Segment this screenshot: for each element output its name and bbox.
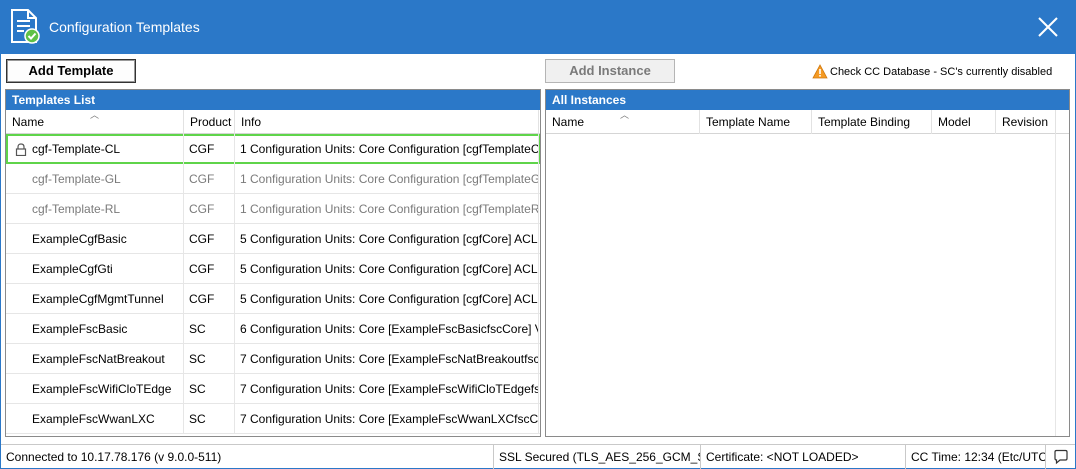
template-name-cell: ExampleFscBasic xyxy=(6,314,184,344)
template-name-cell: cgf-Template-CL xyxy=(6,134,184,164)
status-bar: Connected to 10.17.78.176 (v 9.0.0-511) … xyxy=(1,444,1075,469)
template-info-cell: 7 Configuration Units: Core [ExampleFscN… xyxy=(235,344,539,374)
template-info-cell: 1 Configuration Units: Core Configuratio… xyxy=(235,134,539,164)
template-name-cell: ExampleCgfBasic xyxy=(6,224,184,254)
templates-column-headers: Name ︿ Product Info xyxy=(6,110,540,134)
warning-icon xyxy=(812,64,828,79)
template-product-cell: CGF xyxy=(184,194,235,224)
instances-column-headers: Name ︿ Template Name Template Binding Mo… xyxy=(546,110,1069,134)
cc-time: CC Time: 12:34 (Etc/UTC) xyxy=(906,445,1046,469)
template-name-cell: ExampleFscNatBreakout xyxy=(6,344,184,374)
close-icon[interactable] xyxy=(1034,13,1062,41)
add-instance-button[interactable]: Add Instance xyxy=(545,59,675,83)
template-name-cell: ExampleCgfGti xyxy=(6,254,184,284)
template-name-cell: cgf-Template-GL xyxy=(6,164,184,194)
table-row[interactable]: ExampleFscWwanLXC SC 7 Configuration Units… xyxy=(6,404,540,434)
template-product-cell: CGF xyxy=(184,134,235,164)
column-header-revision[interactable]: Revision xyxy=(996,110,1056,134)
template-product-cell: CGF xyxy=(184,164,235,194)
table-row[interactable]: ExampleFscNatBreakout SC 7 Configuration U… xyxy=(6,344,540,374)
templates-table-body: cgf-Template-CL CGF 1 Configuration Units:… xyxy=(6,134,540,434)
template-product-cell: CGF xyxy=(184,224,235,254)
template-name-cell: ExampleFscWwanLXC xyxy=(6,404,184,434)
ssl-status: SSL Secured (TLS_AES_256_GCM_SHA xyxy=(494,445,701,469)
connection-status: Connected to 10.17.78.176 (v 9.0.0-511) xyxy=(1,445,494,469)
template-product-cell: SC xyxy=(184,374,235,404)
add-template-button[interactable]: Add Template xyxy=(6,59,136,83)
window-title: Configuration Templates xyxy=(49,19,200,35)
table-row[interactable]: ExampleFscWifiCloTEdge SC 7 Configuration … xyxy=(6,374,540,404)
template-info-cell: 1 Configuration Units: Core Configuratio… xyxy=(235,164,539,194)
template-info-cell: 5 Configuration Units: Core Configuratio… xyxy=(235,284,539,314)
document-check-icon xyxy=(11,9,40,44)
table-row[interactable]: ExampleFscBasic SC 6 Configuration Units: … xyxy=(6,314,540,344)
template-product-cell: CGF xyxy=(184,284,235,314)
template-product-cell: CGF xyxy=(184,254,235,284)
warning-text: Check CC Database - SC's currently disab… xyxy=(830,65,1053,78)
table-row[interactable]: ExampleCgfBasic CGF 5 Configuration Units:… xyxy=(6,224,540,254)
column-divider xyxy=(1055,134,1056,436)
template-name-cell: ExampleCgfMgmtTunnel xyxy=(6,284,184,314)
lock-icon xyxy=(15,143,27,156)
certificate-status: Certificate: <NOT LOADED> xyxy=(701,445,906,469)
all-instances-panel: All Instances Name ︿ Template Name Templ… xyxy=(545,89,1070,437)
table-row[interactable]: ExampleCgfGti CGF 5 Configuration Units: C… xyxy=(6,254,540,284)
template-info-cell: 1 Configuration Units: Core Configuratio… xyxy=(235,194,539,224)
template-info-cell: 7 Configuration Units: Core [ExampleFscW… xyxy=(235,374,539,404)
database-warning: Check CC Database - SC's currently disab… xyxy=(812,64,1052,79)
template-name-cell: ExampleFscWifiCloTEdge xyxy=(6,374,184,404)
template-name-cell: cgf-Template-RL xyxy=(6,194,184,224)
column-header-model[interactable]: Model xyxy=(932,110,996,134)
column-header-info[interactable]: Info xyxy=(235,110,539,134)
table-row[interactable]: cgf-Template-CL CGF 1 Configuration Units:… xyxy=(6,134,540,164)
chat-icon[interactable] xyxy=(1053,449,1069,465)
template-product-cell: SC xyxy=(184,344,235,374)
template-product-cell: SC xyxy=(184,404,235,434)
column-header-template-name[interactable]: Template Name xyxy=(700,110,812,134)
template-info-cell: 5 Configuration Units: Core Configuratio… xyxy=(235,224,539,254)
template-info-cell: 7 Configuration Units: Core [ExampleFscW… xyxy=(235,404,539,434)
table-row[interactable]: cgf-Template-RL CGF 1 Configuration Units:… xyxy=(6,194,540,224)
title-bar: Configuration Templates xyxy=(0,0,1076,54)
templates-list-header: Templates List xyxy=(6,90,540,110)
column-header-template-binding[interactable]: Template Binding xyxy=(812,110,932,134)
table-row[interactable]: ExampleCgfMgmtTunnel CGF 5 Configuration U… xyxy=(6,284,540,314)
table-row[interactable]: cgf-Template-GL CGF 1 Configuration Units:… xyxy=(6,164,540,194)
templates-list-panel: Templates List Name ︿ Product Info cgf-T… xyxy=(5,89,541,437)
column-header-product[interactable]: Product xyxy=(184,110,235,134)
template-info-cell: 5 Configuration Units: Core Configuratio… xyxy=(235,254,539,284)
all-instances-header: All Instances xyxy=(546,90,1069,110)
template-product-cell: SC xyxy=(184,314,235,344)
sort-up-icon: ︿ xyxy=(90,110,100,120)
template-info-cell: 6 Configuration Units: Core [ExampleFscB… xyxy=(235,314,539,344)
sort-up-icon: ︿ xyxy=(620,110,630,120)
